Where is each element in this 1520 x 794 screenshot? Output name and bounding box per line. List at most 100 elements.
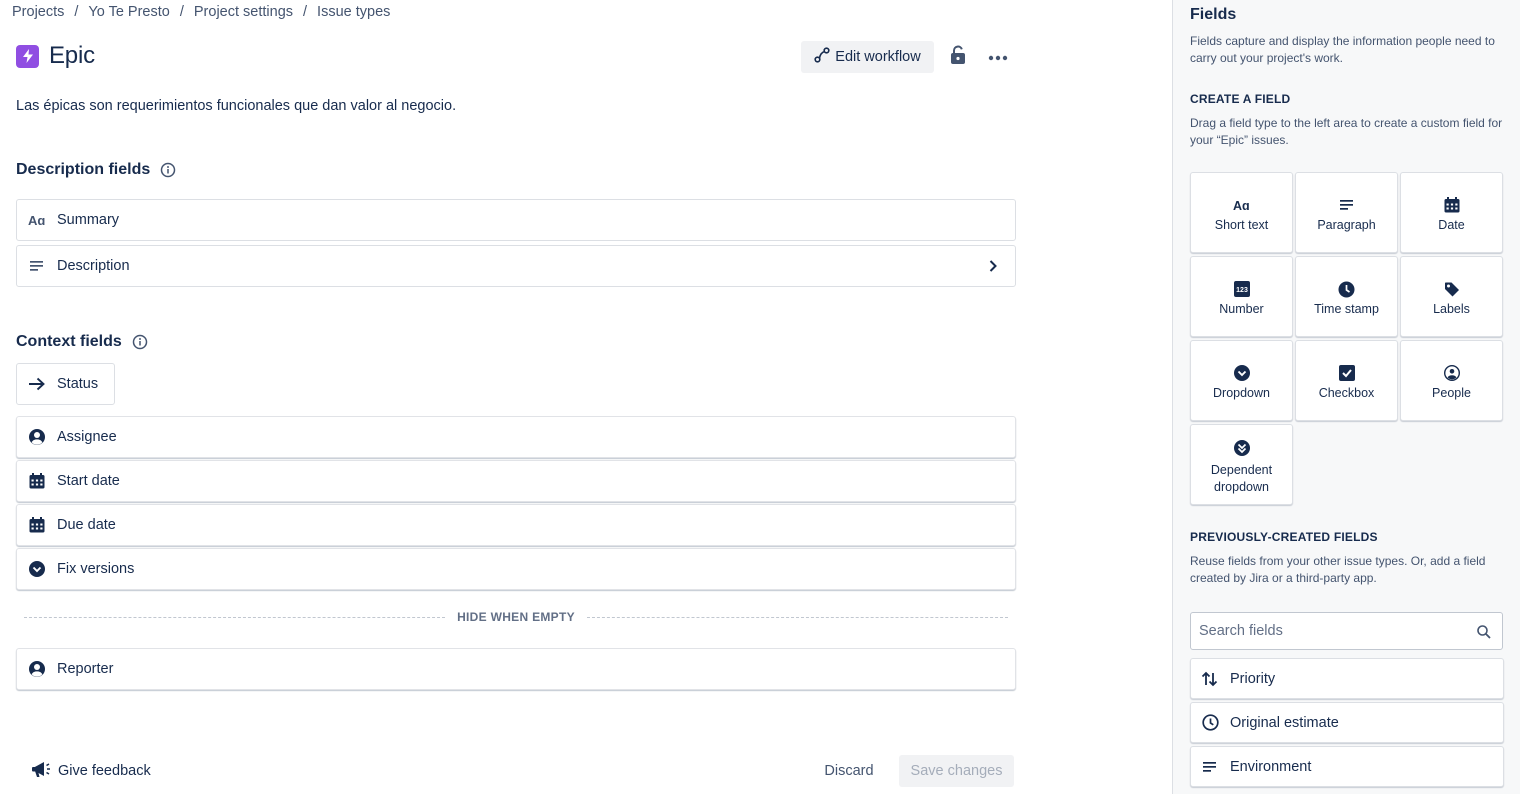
field-label: Priority [1230,670,1276,687]
workflow-icon [814,47,830,67]
paragraph-icon [1338,196,1356,214]
calendar-icon [28,516,46,534]
hide-when-empty-label: HIDE WHEN EMPTY [457,610,575,624]
edit-workflow-button[interactable]: Edit workflow [801,41,934,73]
field-type-date[interactable]: Date [1400,172,1503,253]
give-feedback-button[interactable]: Give feedback [31,759,151,783]
field-due-date[interactable]: Due date [16,504,1016,546]
arrow-right-icon [28,375,46,393]
main-content: Projects / Yo Te Presto / Project settin… [0,0,1172,794]
megaphone-icon [31,759,51,783]
paragraph-icon [1201,758,1219,776]
field-label: Fix versions [57,561,135,577]
field-type-label: Checkbox [1318,386,1375,400]
field-start-date[interactable]: Start date [16,460,1016,502]
priority-icon [1201,670,1219,688]
field-label: Reporter [57,661,114,677]
field-fix-versions[interactable]: Fix versions [16,548,1016,590]
more-horizontal-icon [988,48,1008,66]
give-feedback-label: Give feedback [58,763,151,779]
prev-field-original-estimate[interactable]: Original estimate [1190,702,1504,743]
field-label: Assignee [57,429,117,445]
context-fields-heading: Context fields [16,333,148,351]
breadcrumb-project[interactable]: Yo Te Presto [88,4,169,20]
person-icon [28,660,46,678]
breadcrumb-projects[interactable]: Projects [12,4,64,20]
field-summary[interactable]: Aɑ Summary [16,199,1016,241]
edit-workflow-label: Edit workflow [835,49,921,65]
clock-icon [1338,280,1356,298]
info-icon[interactable] [160,162,176,178]
create-field-heading: CREATE A FIELD [1190,92,1291,106]
dropdown-icon [28,560,46,578]
previously-created-description: Reuse fields from your other issue types… [1190,554,1486,585]
dependent-dropdown-icon [1233,439,1251,457]
unlock-icon [950,45,966,70]
more-actions-button[interactable] [984,43,1012,71]
field-type-time-stamp[interactable]: Time stamp [1295,256,1398,337]
field-type-label: Paragraph [1317,218,1376,232]
info-icon[interactable] [132,334,148,350]
field-type-label: Dropdown [1213,386,1270,400]
lock-button[interactable] [944,43,972,71]
clock-outline-icon [1201,714,1219,732]
field-status[interactable]: Status [16,363,115,405]
discard-button[interactable]: Discard [814,756,884,786]
field-type-paragraph[interactable]: Paragraph [1295,172,1398,253]
field-type-short-text[interactable]: Aɑ Short text [1190,172,1293,253]
search-fields-box [1190,612,1503,650]
person-icon [1443,364,1461,382]
checkbox-icon [1338,364,1356,382]
panel-title: Fields [1190,6,1237,23]
field-assignee[interactable]: Assignee [16,416,1016,458]
dropdown-icon [1233,364,1251,382]
field-type-checkbox[interactable]: Checkbox [1295,340,1398,421]
create-field-description: Drag a field type to the left area to cr… [1190,116,1503,147]
panel-subtitle: Fields capture and display the informati… [1190,34,1495,65]
field-type-dropdown[interactable]: Dropdown [1190,340,1293,421]
breadcrumb-issue-types[interactable]: Issue types [317,4,390,20]
breadcrumb-separator: / [179,4,184,20]
hide-when-empty-divider: HIDE WHEN EMPTY [24,608,1008,626]
field-label: Due date [57,517,116,533]
tag-icon [1443,280,1461,298]
field-description[interactable]: Description [16,245,1016,287]
description-fields-heading: Description fields [16,161,176,179]
field-type-label: Number [1219,302,1264,316]
field-label: Start date [57,473,120,489]
search-icon[interactable] [1476,624,1492,640]
chevron-right-icon[interactable] [985,258,1001,274]
epic-lightning-icon [16,44,39,68]
field-type-dependent-dropdown[interactable]: Dependent dropdown [1190,424,1293,505]
previously-created-heading: PREVIOUSLY-CREATED FIELDS [1190,530,1378,544]
field-type-label: Short text [1214,218,1269,232]
calendar-icon [1443,196,1461,214]
field-type-labels[interactable]: Labels [1400,256,1503,337]
person-icon [28,428,46,446]
text-icon: Aɑ [1233,196,1251,214]
field-type-people[interactable]: People [1400,340,1503,421]
breadcrumb-separator: / [303,4,308,20]
field-label: Original estimate [1230,714,1339,731]
number-icon: 123 [1233,280,1251,298]
page-header: Epic [16,42,95,70]
breadcrumb-separator: / [74,4,79,20]
prev-field-priority[interactable]: Priority [1190,658,1504,699]
field-type-label: Dependent dropdown [1210,463,1273,494]
search-fields-input[interactable] [1199,623,1469,639]
field-reporter[interactable]: Reporter [16,648,1016,690]
svg-text:Aɑ: Aɑ [28,214,45,226]
calendar-icon [28,472,46,490]
issue-type-description[interactable]: Las épicas son requerimientos funcionale… [16,98,456,114]
breadcrumb-project-settings[interactable]: Project settings [194,4,293,20]
save-changes-button[interactable]: Save changes [899,755,1014,787]
field-label: Description [57,258,130,274]
field-type-label: Labels [1433,302,1470,316]
divider-line [24,616,446,618]
field-type-number[interactable]: 123 Number [1190,256,1293,337]
prev-field-environment[interactable]: Environment [1190,746,1504,787]
field-type-label: Time stamp [1314,302,1379,316]
field-label: Environment [1230,758,1312,775]
text-icon: Aɑ [28,211,46,229]
context-fields-title: Context fields [16,333,122,350]
